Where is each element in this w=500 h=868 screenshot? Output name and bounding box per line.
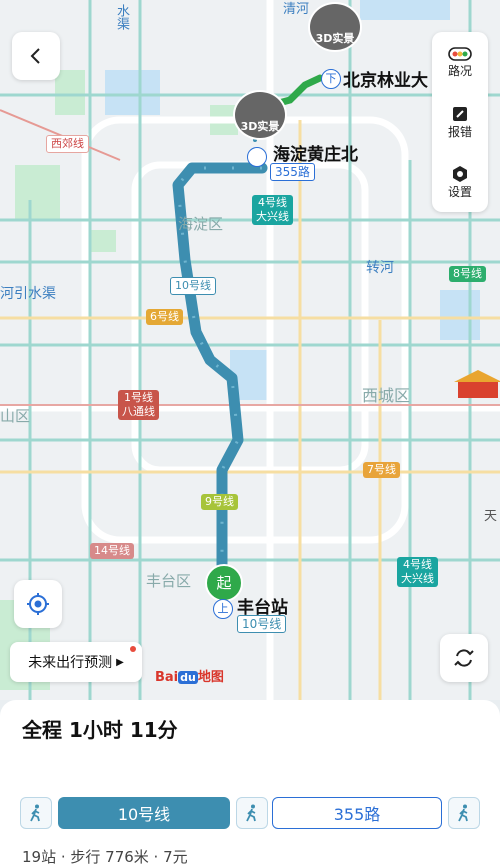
walking-icon: [30, 804, 40, 822]
bus-route-tag: 355路: [270, 163, 315, 181]
refresh-button[interactable]: [440, 634, 488, 682]
river-label: 清河: [283, 2, 310, 17]
total-duration: 全程 1小时 11分: [22, 718, 178, 742]
start-line-tag: 10号线: [237, 615, 287, 633]
segment-subway-10[interactable]: 10号线: [58, 797, 230, 829]
line-tag-10: 10号线: [170, 277, 216, 295]
refresh-icon: [454, 649, 474, 667]
walk-segment-1: [20, 797, 52, 829]
report-label: 报错: [447, 124, 472, 139]
transfer-icon: [247, 147, 267, 167]
line-tag-9: 9号线: [201, 494, 238, 510]
district-label-haidian: 海淀区: [178, 215, 224, 233]
district-label-fengtai: 丰台区: [146, 572, 192, 590]
settings-button[interactable]: 设置: [432, 152, 488, 212]
line-tag-4-top: 4号线 大兴线: [252, 195, 293, 225]
baidu-map-logo: Bai du 地图: [155, 670, 224, 685]
district-label-shan: 山区: [0, 407, 31, 425]
walk-segment-2: [236, 797, 268, 829]
line-tag-1: 1号线 八通线: [118, 390, 159, 420]
district-label-xicheng: 西城区: [362, 386, 411, 405]
river-label-zhuhe: 转河: [366, 260, 394, 276]
gear-icon: [453, 165, 467, 182]
edit-icon: [453, 106, 467, 121]
live-3d-badge-top[interactable]: 3D实景: [308, 2, 362, 52]
travel-forecast-button[interactable]: 未来出行预测 ▶: [10, 642, 142, 682]
line-tag-14: 14号线: [90, 543, 134, 559]
board-marker: 上: [213, 599, 233, 619]
water-label: 水渠: [114, 4, 129, 30]
locate-button[interactable]: [14, 580, 62, 628]
walk-segment-3: [448, 797, 480, 829]
station-label-transfer[interactable]: 海淀黄庄北: [273, 140, 358, 165]
walking-icon: [246, 804, 256, 822]
line-label-xijiao: 西郊线: [46, 135, 89, 153]
line-tag-7: 7号线: [363, 462, 400, 478]
settings-label: 设置: [447, 184, 472, 199]
back-button[interactable]: [12, 32, 60, 80]
route-summary: 19站 · 步行 776米 · 7元: [22, 848, 188, 866]
walking-icon: [458, 804, 468, 822]
canal-label: 河引水渠: [0, 286, 56, 302]
traffic-light-icon: [448, 46, 472, 61]
live-3d-badge-transfer[interactable]: 3D实景: [233, 90, 287, 140]
map-view[interactable]: 水渠 清河 西郊线 海淀区 河引水渠 转河 西城区 山区 丰台区 天 4号线 大…: [0, 0, 500, 700]
place-label-tian: 天: [484, 509, 498, 524]
alight-marker: 下: [321, 69, 341, 89]
station-label-destination[interactable]: 北京林业大: [343, 66, 428, 91]
notification-dot: [130, 646, 136, 652]
forecast-label: 未来出行预测: [28, 655, 113, 671]
location-target-icon: [27, 593, 49, 615]
segment-bus-355[interactable]: 355路: [272, 797, 442, 829]
line-tag-4-bottom: 4号线 大兴线: [397, 557, 438, 587]
landmark-icon: [454, 370, 500, 398]
traffic-button[interactable]: 路况: [432, 32, 488, 92]
traffic-label: 路况: [447, 63, 472, 78]
chevron-left-icon: [30, 48, 40, 64]
triangle-right-icon: ▶: [116, 656, 124, 668]
route-segments[interactable]: 10号线 355路: [20, 797, 480, 831]
map-tools-panel: 路况 报错 设置: [432, 32, 488, 212]
line-tag-8: 8号线: [449, 266, 486, 282]
line-tag-6: 6号线: [146, 309, 183, 325]
report-error-button[interactable]: 报错: [432, 92, 488, 152]
